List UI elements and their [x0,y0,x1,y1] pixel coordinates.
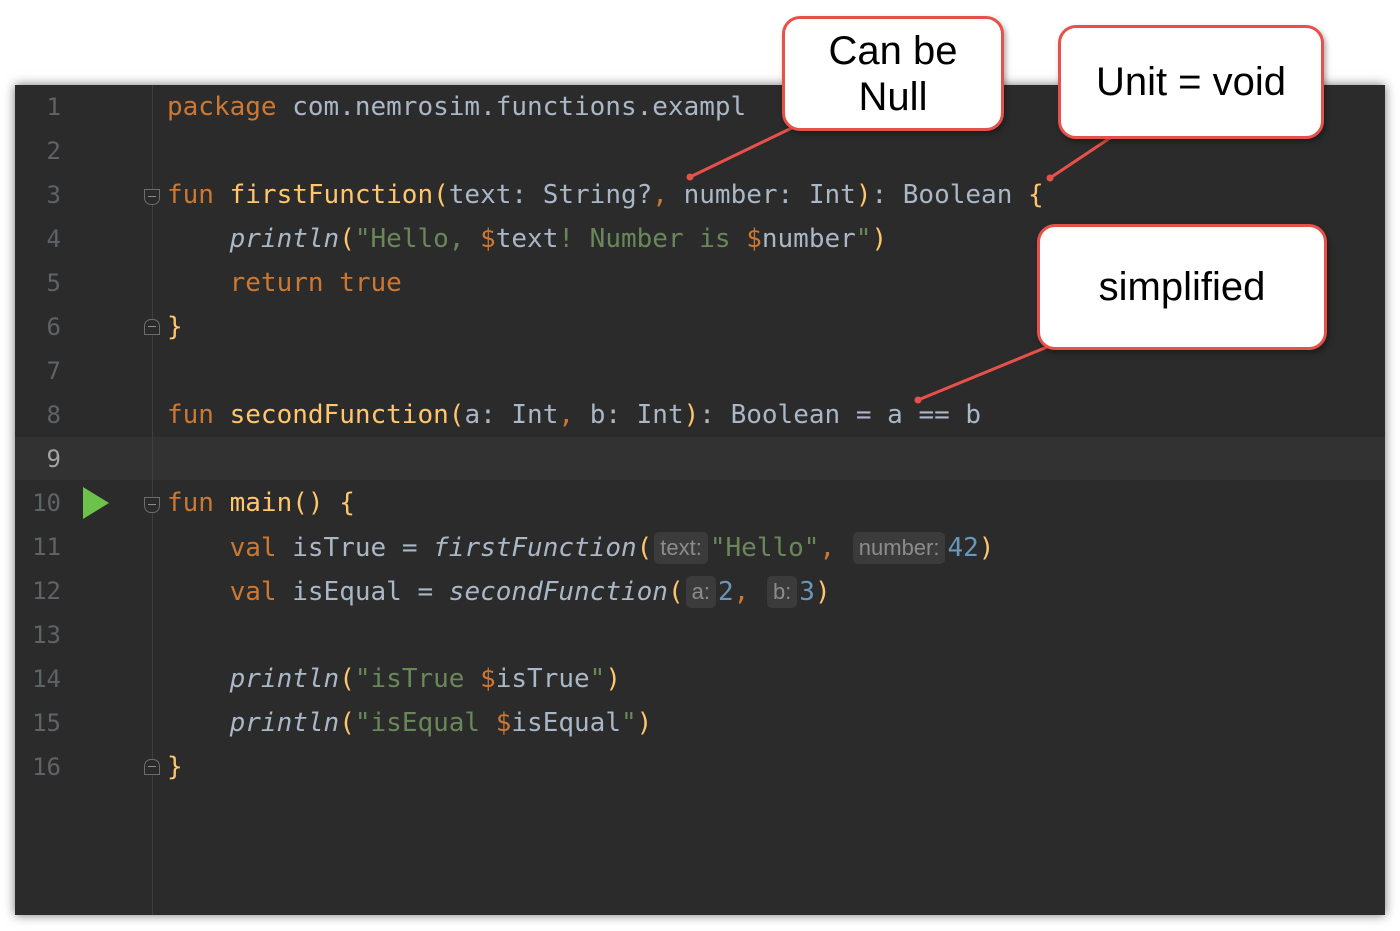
callout-simplified: simplified [1037,224,1327,350]
callout-text: simplified [1098,265,1266,309]
connector-unit [1049,136,1111,180]
connector-dot [686,173,694,181]
connector-simplified [917,343,1053,402]
connector-nullable [689,122,801,179]
connector-dot [914,396,922,404]
callout-connectors [686,122,1111,404]
callout-unit: Unit = void [1058,25,1324,139]
callout-text: Can be Null [828,28,958,119]
connector-dot [1046,174,1054,182]
callout-nullable: Can be Null [782,16,1004,131]
callout-text: Unit = void [1095,60,1287,104]
